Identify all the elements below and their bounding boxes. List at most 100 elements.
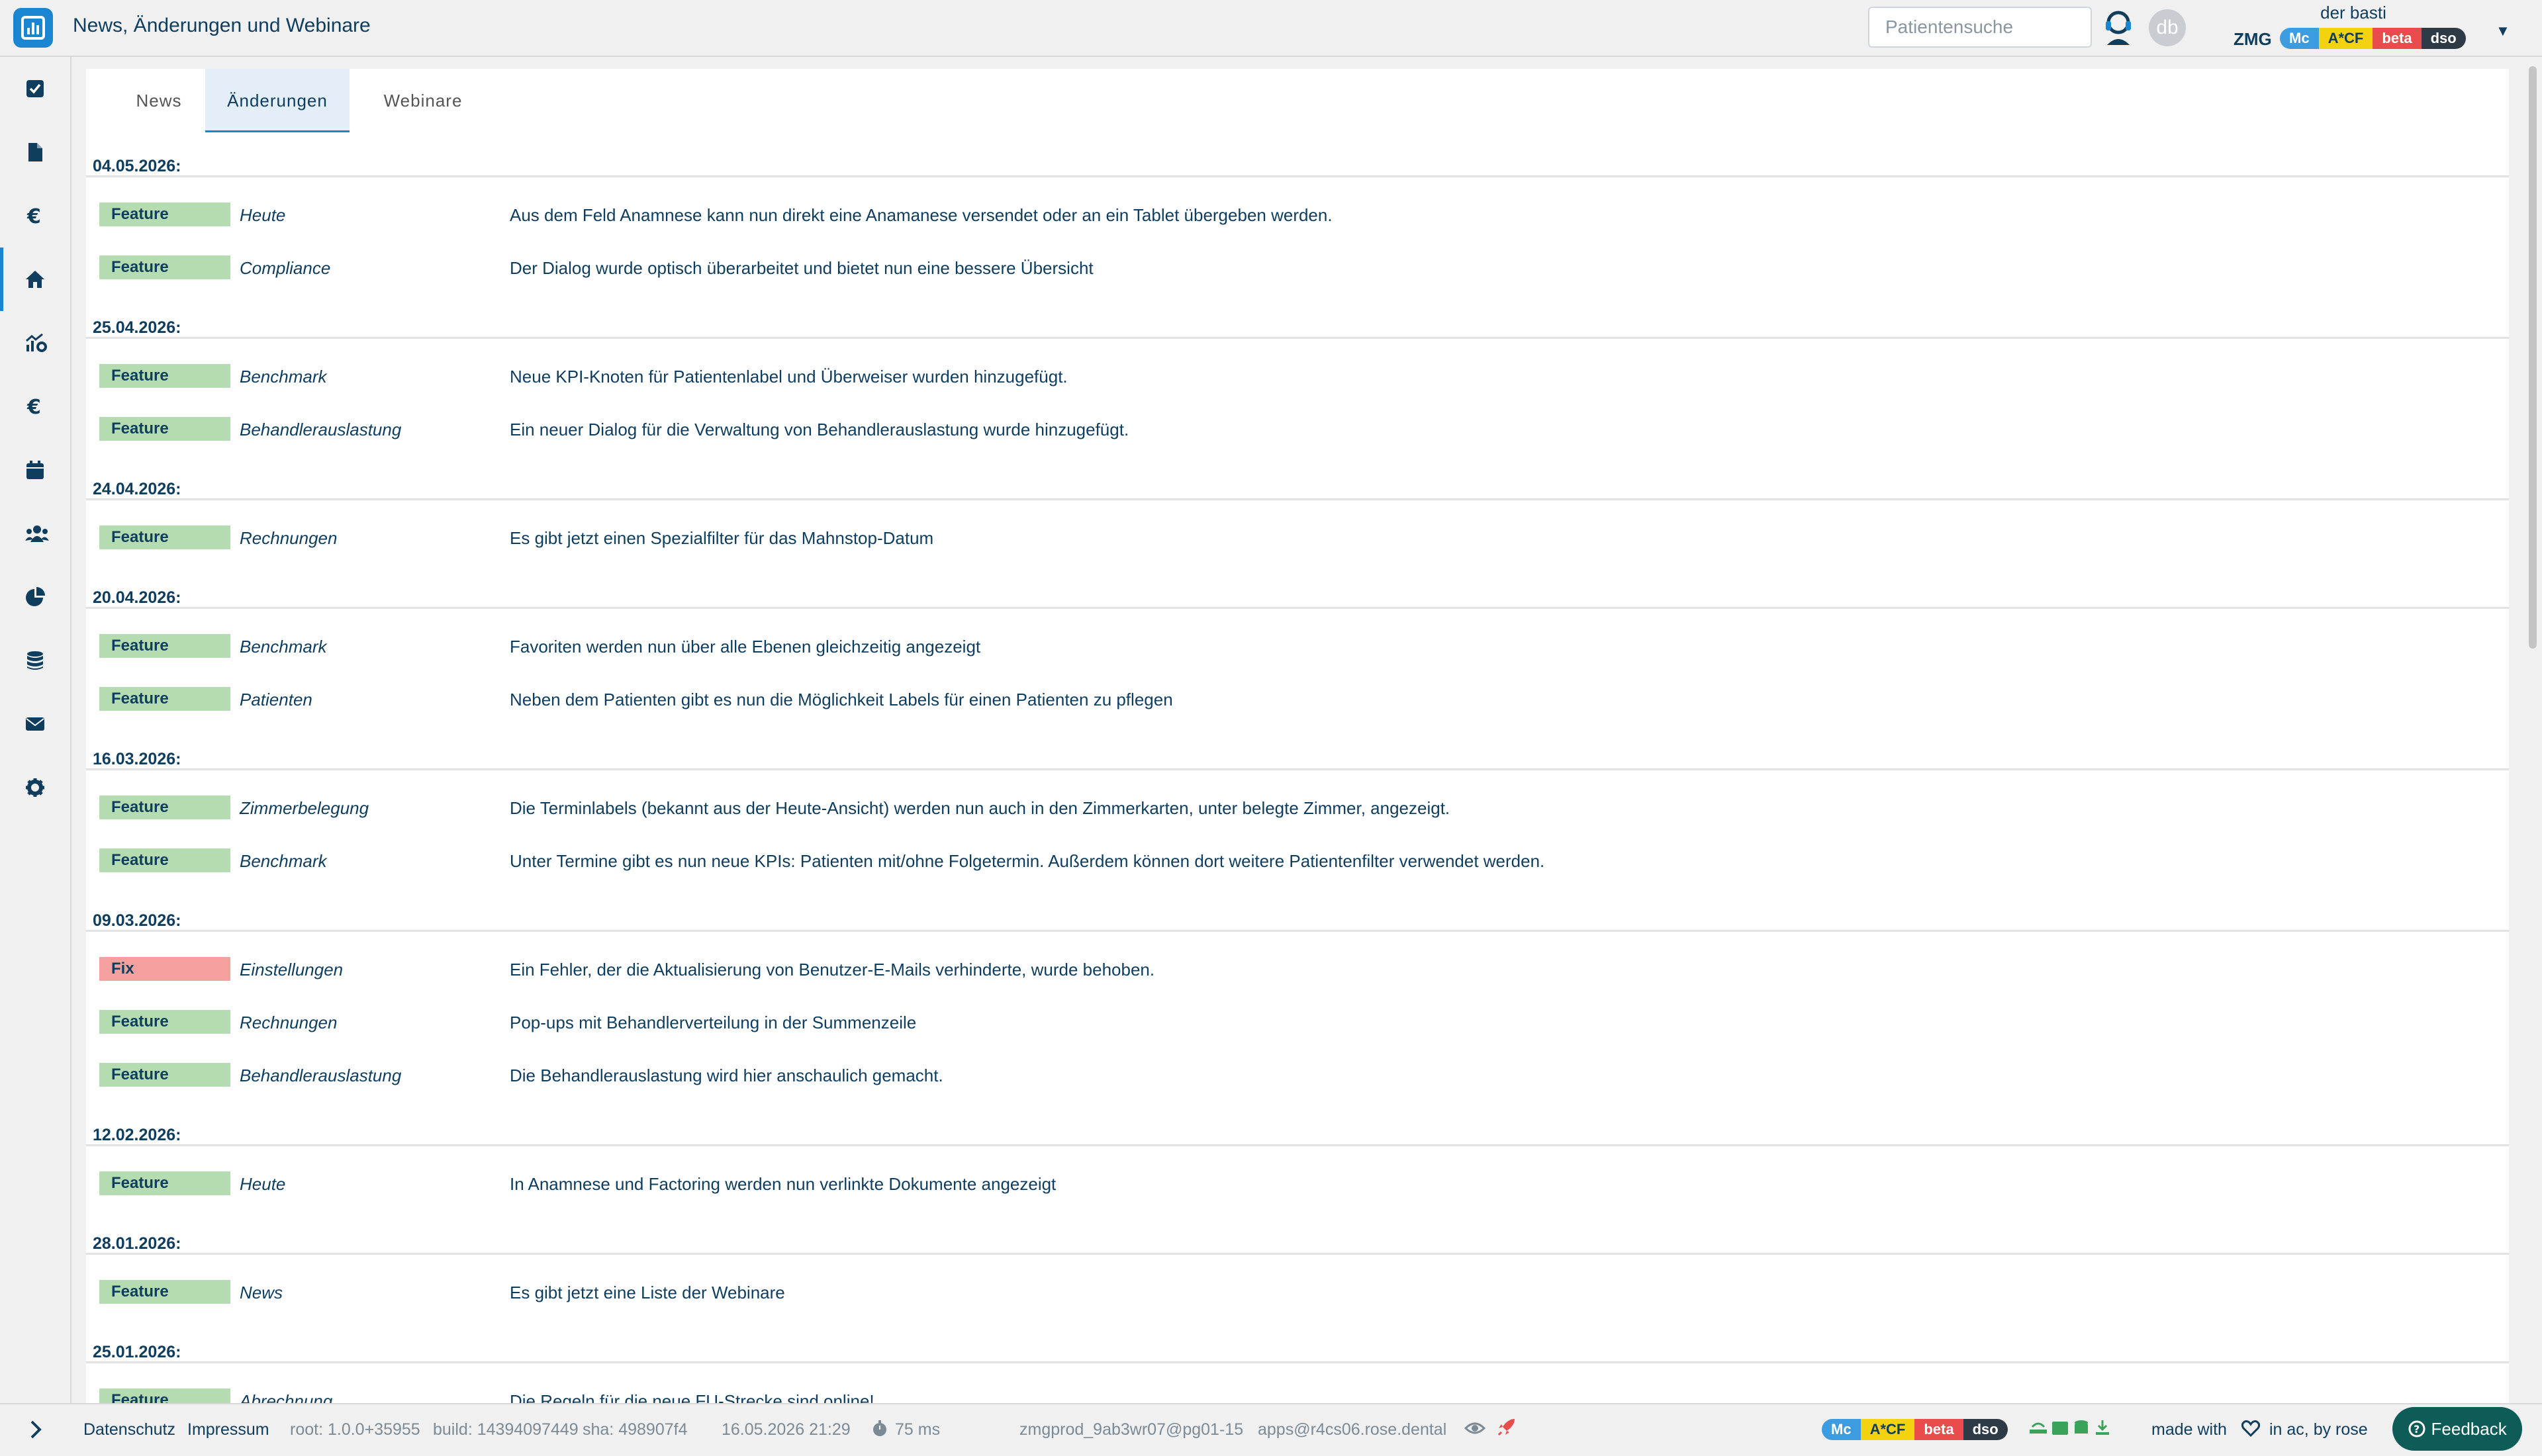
user-avatar[interactable]: db — [2149, 9, 2186, 46]
changelog-list: 04.05.2026: Feature Heute Aus dem Feld Anam… — [86, 132, 2509, 1403]
change-entry: Feature Behandlerauslastung Die Behandlera… — [86, 1048, 2509, 1101]
date-header: 20.04.2026: — [86, 564, 2509, 609]
date-header: 09.03.2026: — [86, 887, 2509, 932]
datenschutz-link[interactable]: Datenschutz — [83, 1420, 175, 1439]
checkbox-icon — [26, 80, 44, 97]
heart-icon — [2241, 1419, 2261, 1442]
change-type-badge: Feature — [99, 364, 230, 388]
build-number: build: 14394097449 — [433, 1420, 579, 1439]
sidebar: € € — [0, 57, 71, 1403]
badge-acf: A*CF — [1860, 1419, 1915, 1440]
scrollbar[interactable] — [2523, 57, 2542, 1403]
change-entry: Feature News Es gibt jetzt eine Liste der … — [86, 1265, 2509, 1318]
change-entry: Feature Benchmark Favoriten werden nun übe… — [86, 619, 2509, 672]
feedback-label: Feedback — [2431, 1419, 2507, 1439]
app-logo-icon[interactable] — [13, 8, 53, 48]
change-entry: Feature Benchmark Unter Termine gibt es nu… — [86, 834, 2509, 887]
patient-search-input[interactable] — [1868, 7, 2092, 48]
eye-icon[interactable] — [1464, 1418, 1486, 1443]
help-icon: ? — [2408, 1420, 2425, 1437]
date-header: 12.02.2026: — [86, 1101, 2509, 1146]
change-description: Favoriten werden nun über alle Ebenen gl… — [510, 637, 981, 657]
org-label: ZMG — [2234, 29, 2272, 49]
euro-icon: € — [26, 396, 41, 416]
badge-mc: Mc — [2280, 28, 2319, 49]
chart-settings-icon — [26, 333, 47, 352]
sidebar-item-tasks[interactable] — [0, 57, 70, 120]
change-type-badge: Feature — [99, 796, 230, 819]
sidebar-item-settings[interactable] — [0, 756, 70, 819]
change-type-badge: Feature — [99, 1280, 230, 1304]
sidebar-item-messages[interactable] — [0, 692, 70, 756]
chevron-down-icon[interactable]: ▼ — [2496, 23, 2510, 40]
change-entry: Feature Behandlerauslastung Ein neuer Dial… — [86, 402, 2509, 455]
change-description: Neue KPI-Knoten für Patientenlabel und Ü… — [510, 367, 1068, 387]
change-entry: Feature Heute Aus dem Feld Anamnese kann n… — [86, 188, 2509, 241]
change-description: Die Regeln für die neue FU-Strecke sind … — [510, 1391, 874, 1403]
sidebar-item-database[interactable] — [0, 629, 70, 692]
root-version: root: 1.0.0+35955 — [290, 1420, 420, 1439]
sidebar-item-reports[interactable] — [0, 565, 70, 629]
change-category: Rechnungen — [240, 528, 338, 548]
change-entry: Feature Patienten Neben dem Patienten gibt… — [86, 672, 2509, 725]
change-description: Neben dem Patienten gibt es nun die Mögl… — [510, 690, 1173, 709]
sidebar-item-analytics[interactable] — [0, 311, 70, 375]
change-type-badge: Feature — [99, 634, 230, 658]
tab-aenderungen[interactable]: Änderungen — [205, 69, 350, 132]
svg-text:€: € — [26, 206, 41, 226]
impressum-link[interactable]: Impressum — [187, 1420, 269, 1439]
change-description: Es gibt jetzt einen Spezialfilter für da… — [510, 528, 934, 548]
change-category: Zimmerbelegung — [240, 798, 369, 818]
rocket-icon[interactable] — [1496, 1416, 1517, 1442]
badge-dso: dso — [1963, 1419, 2008, 1440]
change-type-badge: Feature — [99, 525, 230, 549]
change-category: Heute — [240, 1174, 286, 1194]
tab-webinare[interactable]: Webinare — [350, 69, 496, 132]
support-headset-icon[interactable] — [2102, 8, 2135, 51]
change-category: Einstellungen — [240, 960, 344, 979]
change-entry: Feature Heute In Anamnese und Factoring we… — [86, 1157, 2509, 1210]
tab-news[interactable]: News — [106, 69, 212, 132]
chevron-right-icon[interactable] — [26, 1419, 45, 1445]
sha-hash: sha: 498907f4 — [583, 1420, 688, 1439]
feedback-button[interactable]: ? Feedback — [2392, 1407, 2522, 1451]
database-icon — [27, 651, 43, 670]
sidebar-item-billing[interactable]: € — [0, 184, 70, 248]
date-header: 24.04.2026: — [86, 455, 2509, 500]
change-category: Patienten — [240, 690, 312, 709]
change-type-badge: Feature — [99, 203, 230, 226]
sidebar-item-finance[interactable]: € — [0, 375, 70, 438]
made-with-text: made with — [2151, 1420, 2227, 1439]
tab-bar: News Änderungen Webinare — [86, 69, 2509, 132]
change-entry: Feature Benchmark Neue KPI-Knoten für Pati… — [86, 349, 2509, 402]
status-icons — [2028, 1418, 2116, 1442]
change-category: Heute — [240, 205, 286, 225]
sidebar-item-patients[interactable] — [0, 502, 70, 565]
sidebar-item-home[interactable] — [0, 248, 70, 311]
change-category: Benchmark — [240, 851, 327, 871]
footer-badges: Mc A*CF beta dso — [1822, 1419, 2008, 1440]
change-type-badge: Fix — [99, 957, 230, 981]
user-name[interactable]: der basti — [2251, 3, 2456, 23]
page-title: News, Änderungen und Webinare — [73, 15, 371, 36]
change-description: Unter Termine gibt es nun neue KPIs: Pat… — [510, 851, 1545, 871]
users-icon — [25, 525, 49, 542]
gear-icon — [26, 778, 44, 797]
date-header: 16.03.2026: — [86, 725, 2509, 770]
change-type-badge: Feature — [99, 1010, 230, 1034]
sidebar-item-documents[interactable] — [0, 120, 70, 184]
change-description: Ein neuer Dialog für die Verwaltung von … — [510, 420, 1129, 439]
change-description: Die Terminlabels (bekannt aus der Heute-… — [510, 798, 1450, 818]
sidebar-item-calendar[interactable] — [0, 438, 70, 502]
footer: Datenschutz Impressum root: 1.0.0+35955 … — [0, 1403, 2542, 1456]
svg-text:?: ? — [2414, 1423, 2420, 1435]
stopwatch-icon — [871, 1420, 888, 1442]
scrollbar-thumb[interactable] — [2529, 66, 2537, 649]
host-info: apps@r4cs06.rose.dental — [1258, 1420, 1447, 1439]
